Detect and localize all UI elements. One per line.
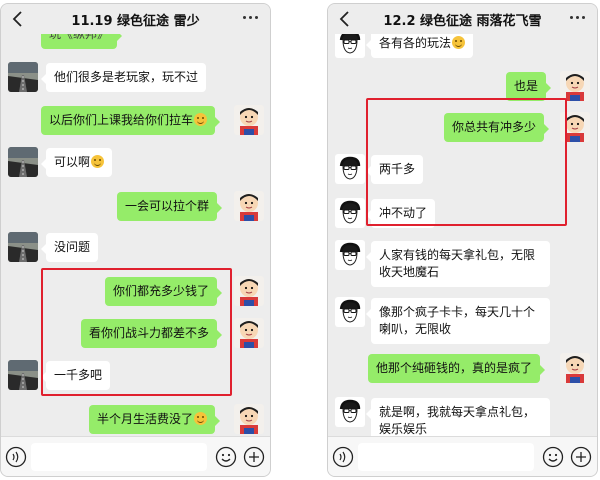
message-bubble-outgoing: 看你们战斗力都差不多 (81, 319, 223, 348)
message-bubble-incoming: 可以啊 (40, 148, 113, 177)
chat-title: 11.19 绿色征途 雷少 (71, 13, 200, 29)
avatar-road[interactable] (8, 147, 38, 177)
avatar-sketch[interactable] (335, 397, 365, 427)
grin-emoji-icon (194, 113, 208, 126)
back-icon[interactable] (338, 10, 352, 28)
avatar-cartoon[interactable] (234, 191, 264, 221)
message-bubble-incoming: 一千多吧 (40, 361, 111, 390)
message-bubble-outgoing: 以后你们上课我给你们拉车 (41, 106, 221, 135)
avatar-road[interactable] (8, 232, 38, 262)
avatar-cartoon[interactable] (234, 276, 264, 306)
emoji-icon[interactable] (542, 446, 564, 468)
message-text: 半个月生活费没了 (97, 412, 194, 426)
message-bubble-incoming: 冲不动了 (365, 199, 436, 228)
chat-title: 12.2 绿色征途 雨落花飞雪 (383, 13, 542, 29)
avatar-sketch[interactable] (335, 240, 365, 270)
message-bubble-incoming: 两千多 (365, 155, 424, 184)
message-bubble-outgoing: 一会可以拉个群 (117, 192, 223, 221)
message-bubble-incoming: 像那个疯子卡卡，每天几十个喇叭，无限收 (366, 298, 550, 344)
message-bubble-incoming: 人家有钱的每天拿礼包，无限收天地魔石 (366, 241, 550, 287)
voice-icon[interactable] (5, 446, 27, 468)
voice-icon[interactable] (332, 446, 354, 468)
message-bubble-outgoing: 你们都充多少钱了 (105, 277, 223, 306)
avatar-cartoon[interactable] (560, 71, 590, 101)
avatar-cartoon[interactable] (560, 112, 590, 142)
avatar-sketch[interactable] (335, 198, 365, 228)
message-bubble-cutoff: 玩《纵邦》 (41, 34, 123, 49)
message-bubble-incoming: 没问题 (40, 233, 99, 262)
avatar-sketch[interactable] (335, 154, 365, 184)
message-bubble-outgoing: 也是 (506, 72, 552, 101)
plus-icon[interactable] (243, 446, 265, 468)
message-bubble-outgoing: 你总共有冲多少 (444, 113, 550, 142)
avatar-road[interactable] (8, 360, 38, 390)
more-icon[interactable] (243, 16, 258, 19)
avatar-sketch[interactable] (335, 34, 365, 58)
message-bubble-outgoing: 半个月生活费没了 (89, 405, 221, 434)
avatar-cartoon[interactable] (234, 404, 264, 434)
avatar-cartoon[interactable] (234, 318, 264, 348)
chat-header: 11.19 绿色征途 雷少 (1, 4, 270, 34)
input-bar (1, 436, 270, 476)
input-bar (328, 436, 597, 476)
avatar-road[interactable] (8, 62, 38, 92)
message-bubble-incoming: 就是啊，我就每天拿点礼包，娱乐娱乐 (366, 398, 550, 438)
chat-header: 12.2 绿色征途 雨落花飞雪 (328, 4, 597, 34)
message-list: 各有各的玩法 也是 你总共有冲多少 两千多 冲不动了 人家有钱的每天拿礼包，无限… (328, 34, 597, 438)
message-bubble-incoming: 他们很多是老玩家，玩不过 (40, 63, 207, 92)
message-input[interactable] (31, 443, 207, 471)
message-text: 可以啊 (54, 155, 91, 169)
message-text: 各有各的玩法 (379, 36, 452, 50)
smile-emoji-icon (91, 155, 105, 168)
avatar-cartoon[interactable] (560, 353, 590, 383)
emoji-icon[interactable] (215, 446, 237, 468)
message-input[interactable] (358, 443, 534, 471)
more-icon[interactable] (570, 16, 585, 19)
back-icon[interactable] (11, 10, 25, 28)
laugh-emoji-icon (452, 36, 466, 49)
avatar-sketch[interactable] (335, 297, 365, 327)
chat-window-left: 11.19 绿色征途 雷少 玩《纵邦》 他们很多是老玩家，玩不过 以后你们上课我… (0, 3, 271, 477)
grin-emoji-icon (194, 412, 208, 425)
message-bubble-incoming: 各有各的玩法 (365, 34, 474, 58)
message-text: 以后你们上课我给你们拉车 (49, 113, 194, 127)
message-bubble-outgoing: 他那个纯砸钱的，真的是疯了 (368, 354, 546, 383)
avatar-cartoon[interactable] (234, 105, 264, 135)
message-list: 玩《纵邦》 他们很多是老玩家，玩不过 以后你们上课我给你们拉车 可以啊 一会可以… (1, 34, 270, 438)
chat-window-right: 12.2 绿色征途 雨落花飞雪 各有各的玩法 也是 你总共有冲多少 两千多 冲不… (327, 3, 598, 477)
plus-icon[interactable] (570, 446, 592, 468)
